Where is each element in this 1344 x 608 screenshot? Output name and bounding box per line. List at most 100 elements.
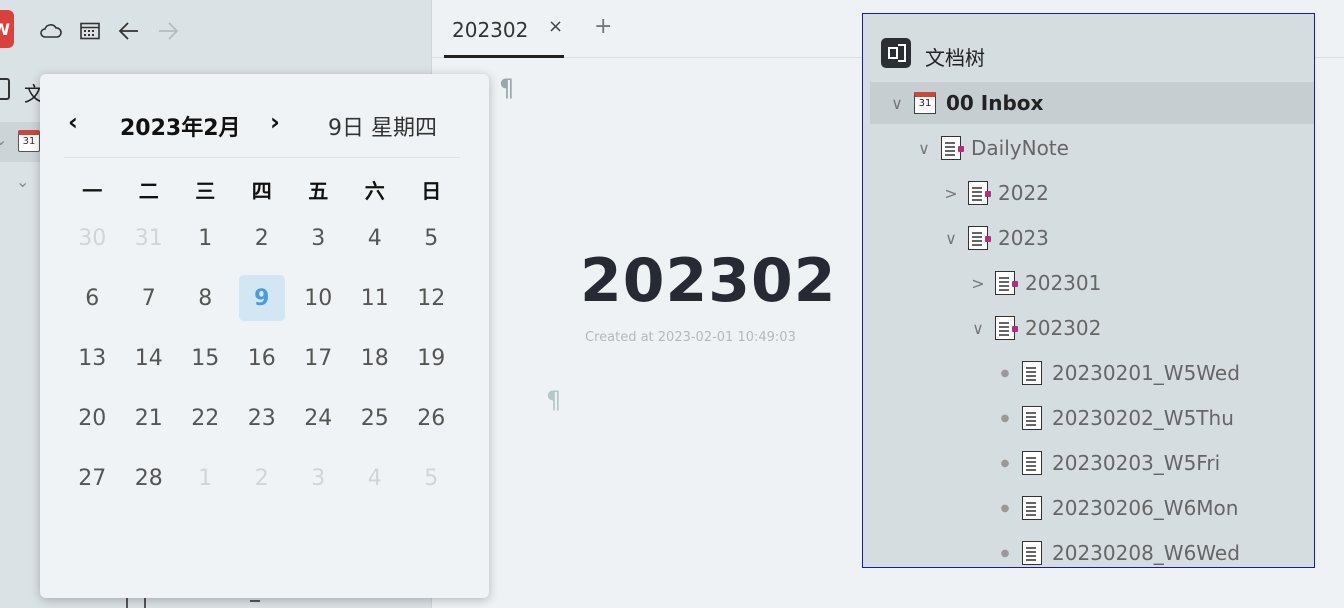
tree-item[interactable]: ● 20230208_W6Wed: [870, 532, 1314, 567]
chevron-down-icon[interactable]: ∨: [886, 94, 908, 113]
pilcrow-icon[interactable]: ¶: [546, 386, 561, 414]
tree-item-label: 20230206_W6Mon: [1052, 496, 1239, 520]
back-arrow-icon[interactable]: [116, 18, 142, 44]
calendar-day[interactable]: 19: [403, 328, 460, 388]
calendar-day[interactable]: 8: [177, 268, 234, 328]
calendar-day-number: 10: [304, 285, 333, 311]
calendar-day[interactable]: 15: [177, 328, 234, 388]
calendar-day-number: 20: [78, 405, 107, 431]
prev-month-button[interactable]: ‹: [68, 108, 78, 136]
calendar-day[interactable]: 22: [177, 388, 234, 448]
calendar-day[interactable]: 5: [403, 208, 460, 268]
cloud-icon[interactable]: [38, 18, 64, 44]
calendar-day[interactable]: 1: [177, 448, 234, 508]
tree-item-label: 00 Inbox: [946, 91, 1044, 115]
calendar-day[interactable]: 18: [347, 328, 404, 388]
app-logo[interactable]: W: [0, 10, 14, 48]
calendar-day[interactable]: 1: [177, 208, 234, 268]
calendar-day-number: 7: [141, 285, 156, 311]
bullet-icon: ●: [1000, 547, 1010, 559]
calendar-day-number: 30: [78, 225, 107, 251]
bullet-icon: ●: [1000, 367, 1010, 379]
tree-item[interactable]: >2022: [870, 172, 1314, 214]
calendar-icon[interactable]: [77, 18, 103, 44]
chevron-down-icon[interactable]: ⌄: [16, 172, 29, 191]
calendar-day[interactable]: 3: [290, 448, 347, 508]
doc-icon: [968, 226, 991, 250]
calendar-day-number: 2: [254, 465, 269, 491]
calendar-day[interactable]: 13: [64, 328, 121, 388]
tab-202302[interactable]: 202302 ×: [444, 0, 564, 58]
calendar-day[interactable]: 14: [121, 328, 178, 388]
forward-arrow-icon[interactable]: [155, 18, 181, 44]
calendar-day[interactable]: 7: [121, 268, 178, 328]
calendar-day-selected[interactable]: 9: [234, 268, 291, 328]
calendar-day[interactable]: 6: [64, 268, 121, 328]
tree-item-label: 202302: [1025, 316, 1102, 340]
doc-icon: [1022, 361, 1042, 385]
calendar-day-number: 1: [198, 225, 213, 251]
tree-item[interactable]: ∨ 202302: [870, 307, 1314, 349]
doc-icon: [995, 271, 1018, 295]
tree-item[interactable]: >202301: [870, 262, 1314, 304]
calendar-day[interactable]: 26: [403, 388, 460, 448]
calendar-day-number: 28: [134, 465, 163, 491]
calendar-day[interactable]: 4: [347, 448, 404, 508]
calendar-day-number: 5: [424, 465, 439, 491]
calendar-day[interactable]: 2: [234, 448, 291, 508]
tree-item[interactable]: ● 20230201_W5Wed: [870, 352, 1314, 394]
calendar-day-number: 31: [134, 225, 163, 251]
chevron-down-icon[interactable]: ⌄: [0, 130, 7, 149]
chevron-down-icon[interactable]: ∨: [913, 139, 935, 158]
tree-item[interactable]: ● 20230202_W5Thu: [870, 397, 1314, 439]
calendar-day[interactable]: 28: [121, 448, 178, 508]
calendar-day-number: 2: [254, 225, 269, 251]
tree-item[interactable]: ● 20230206_W6Mon: [870, 487, 1314, 529]
calendar-day-number: 17: [304, 345, 333, 371]
tree-item[interactable]: ∨ 31 00 Inbox: [870, 82, 1314, 124]
chevron-down-icon[interactable]: ∨: [940, 229, 962, 248]
calendar-day[interactable]: 4: [347, 208, 404, 268]
calendar-day[interactable]: 21: [121, 388, 178, 448]
bottom-dock-icon[interactable]: [250, 598, 260, 602]
calendar-day[interactable]: 25: [347, 388, 404, 448]
calendar-day-number: 1: [198, 465, 213, 491]
calendar-day[interactable]: 23: [234, 388, 291, 448]
doc-tree-icon[interactable]: [0, 78, 10, 100]
calendar-day-number: 18: [360, 345, 389, 371]
calendar-day[interactable]: 2: [234, 208, 291, 268]
calendar-day[interactable]: 24: [290, 388, 347, 448]
chevron-right-icon[interactable]: >: [940, 184, 962, 203]
calendar-day-number: 21: [134, 405, 163, 431]
tree-item[interactable]: ∨ 2023: [870, 217, 1314, 259]
doc-icon: [995, 316, 1018, 340]
add-tab-button[interactable]: +: [594, 14, 612, 39]
tree-item[interactable]: ● 20230203_W5Fri: [870, 442, 1314, 484]
tree-item[interactable]: ∨ DailyNote: [870, 127, 1314, 169]
calendar-day-number: 16: [247, 345, 276, 371]
calendar-day[interactable]: 17: [290, 328, 347, 388]
calendar-day-number: 3: [311, 465, 326, 491]
pilcrow-icon[interactable]: ¶: [499, 74, 514, 102]
calendar-day-number: 9: [238, 275, 285, 321]
calendar-day[interactable]: 10: [290, 268, 347, 328]
calendar-day[interactable]: 5: [403, 448, 460, 508]
bullet-icon: ●: [1000, 457, 1010, 469]
calendar-day[interactable]: 20: [64, 388, 121, 448]
tree-item-label: 2023: [998, 226, 1049, 250]
calendar-day[interactable]: 31: [121, 208, 178, 268]
calendar-day[interactable]: 27: [64, 448, 121, 508]
next-month-button[interactable]: ›: [270, 108, 280, 136]
calendar-day[interactable]: 11: [347, 268, 404, 328]
weekday-header: 二: [138, 178, 159, 203]
chevron-down-icon[interactable]: ∨: [967, 319, 989, 338]
calendar-day[interactable]: 3: [290, 208, 347, 268]
close-icon[interactable]: ×: [548, 16, 563, 37]
chevron-right-icon[interactable]: >: [967, 274, 989, 293]
calendar-day[interactable]: 30: [64, 208, 121, 268]
calendar-day[interactable]: 16: [234, 328, 291, 388]
calendar-day[interactable]: 12: [403, 268, 460, 328]
document-title[interactable]: 202302: [580, 246, 837, 316]
tree-item-label: 202301: [1025, 271, 1102, 295]
calendar-day-number: 11: [360, 285, 389, 311]
